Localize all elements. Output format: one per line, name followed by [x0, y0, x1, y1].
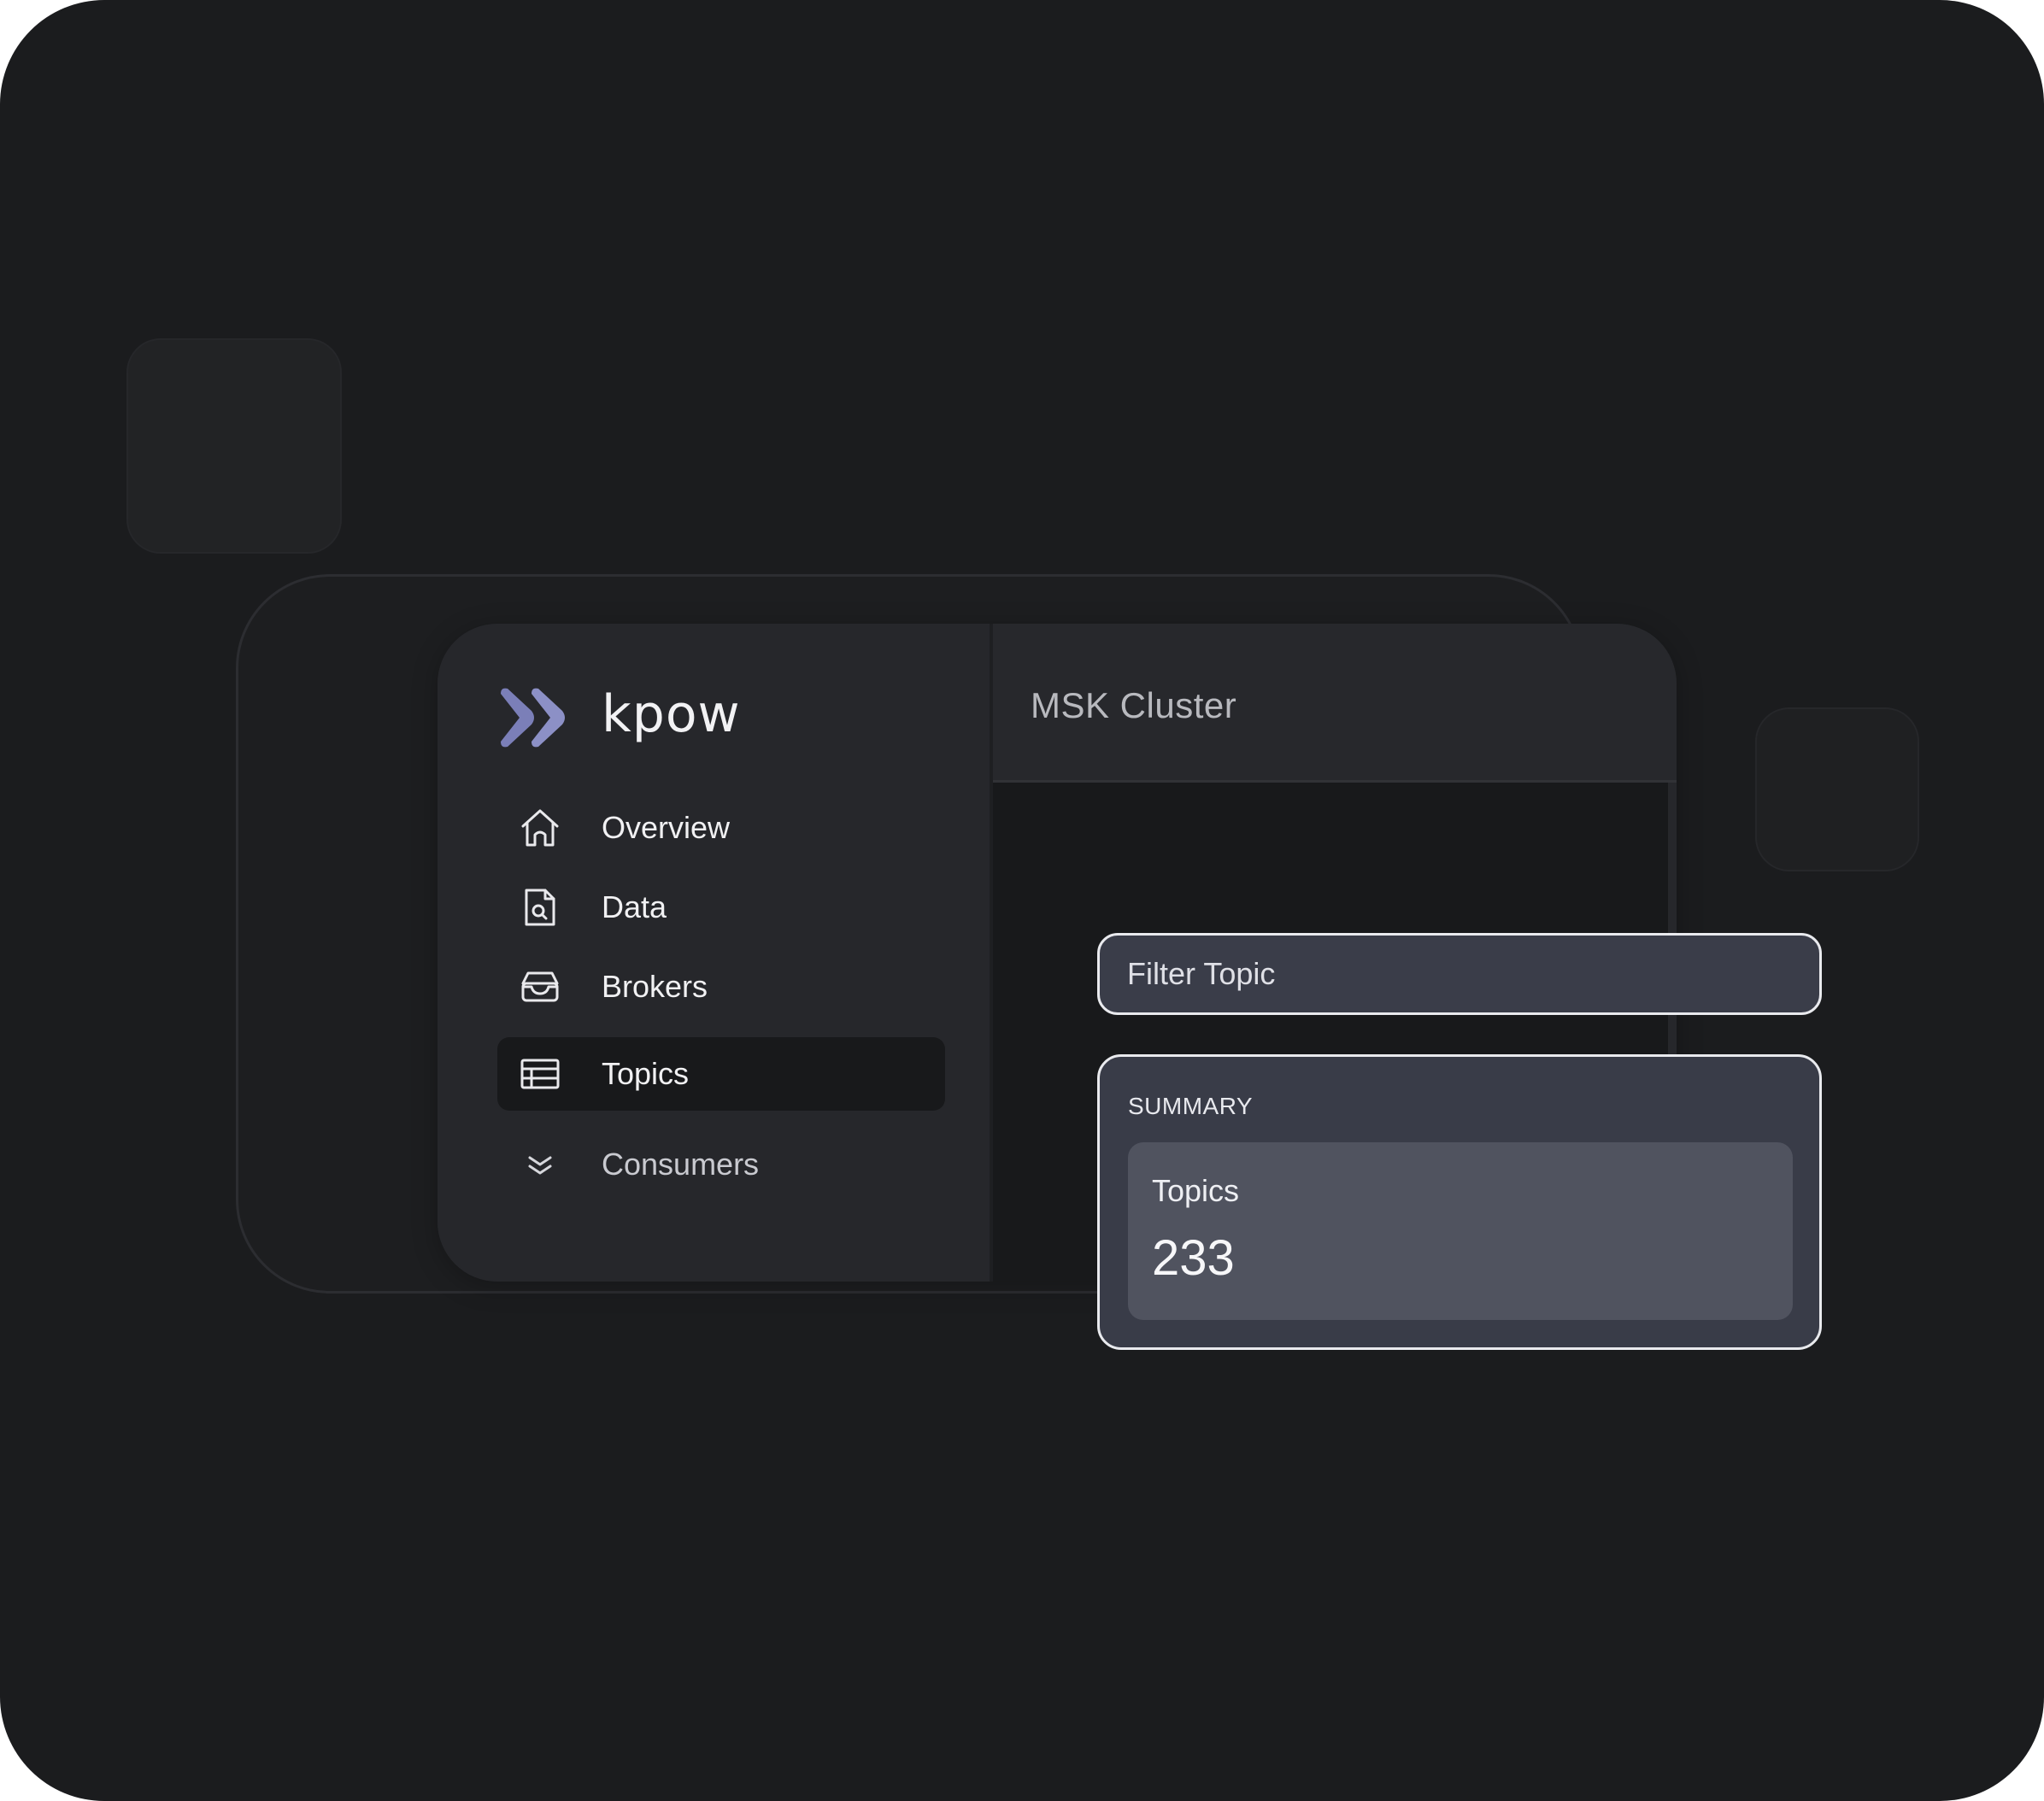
sidebar-item-label: Data [602, 889, 667, 924]
sidebar-item-label: Topics [602, 1056, 690, 1091]
sidebar-item-topics[interactable]: Topics [497, 1037, 945, 1111]
sidebar-item-label: Consumers [602, 1147, 760, 1182]
sidebar-item-label: Overview [602, 810, 731, 845]
tile-value: 233 [1152, 1230, 1235, 1286]
summary-title: SUMMARY [1128, 1093, 1254, 1119]
sidebar-nav: Overview Data Brokers Topics Consumers [497, 791, 945, 1207]
filter-topic-placeholder: Filter Topic [1127, 956, 1276, 991]
filter-topic-input[interactable]: Filter Topic [1097, 933, 1822, 1015]
sidebar-item-overview[interactable]: Overview [497, 791, 945, 865]
page-title: MSK Cluster [1031, 685, 1237, 725]
summary-card: SUMMARY Topics 233 [1097, 1054, 1822, 1350]
home-icon [497, 806, 583, 850]
sidebar-item-consumers[interactable]: Consumers [497, 1128, 945, 1201]
brand-name: kpow [602, 684, 741, 744]
chevrons-down-icon [497, 1142, 583, 1187]
tile-label: Topics [1152, 1173, 1240, 1208]
sidebar: kpow Overview Data Brokers Topics Consum… [438, 624, 990, 1282]
inbox-tray-icon [497, 965, 583, 1009]
brand[interactable]: kpow [497, 683, 741, 752]
kpow-logo-icon [501, 688, 565, 748]
decorative-square [1755, 707, 1919, 871]
page-canvas: kpow Overview Data Brokers Topics Consum… [0, 0, 2044, 1801]
decorative-square [126, 338, 342, 554]
summary-tile-topics[interactable]: Topics 233 [1128, 1142, 1793, 1320]
sidebar-item-brokers[interactable]: Brokers [497, 950, 945, 1024]
document-search-icon [497, 885, 583, 930]
main-header: MSK Cluster [993, 624, 1677, 783]
sidebar-item-label: Brokers [602, 969, 708, 1004]
sidebar-item-data[interactable]: Data [497, 871, 945, 944]
table-icon [497, 1052, 583, 1096]
